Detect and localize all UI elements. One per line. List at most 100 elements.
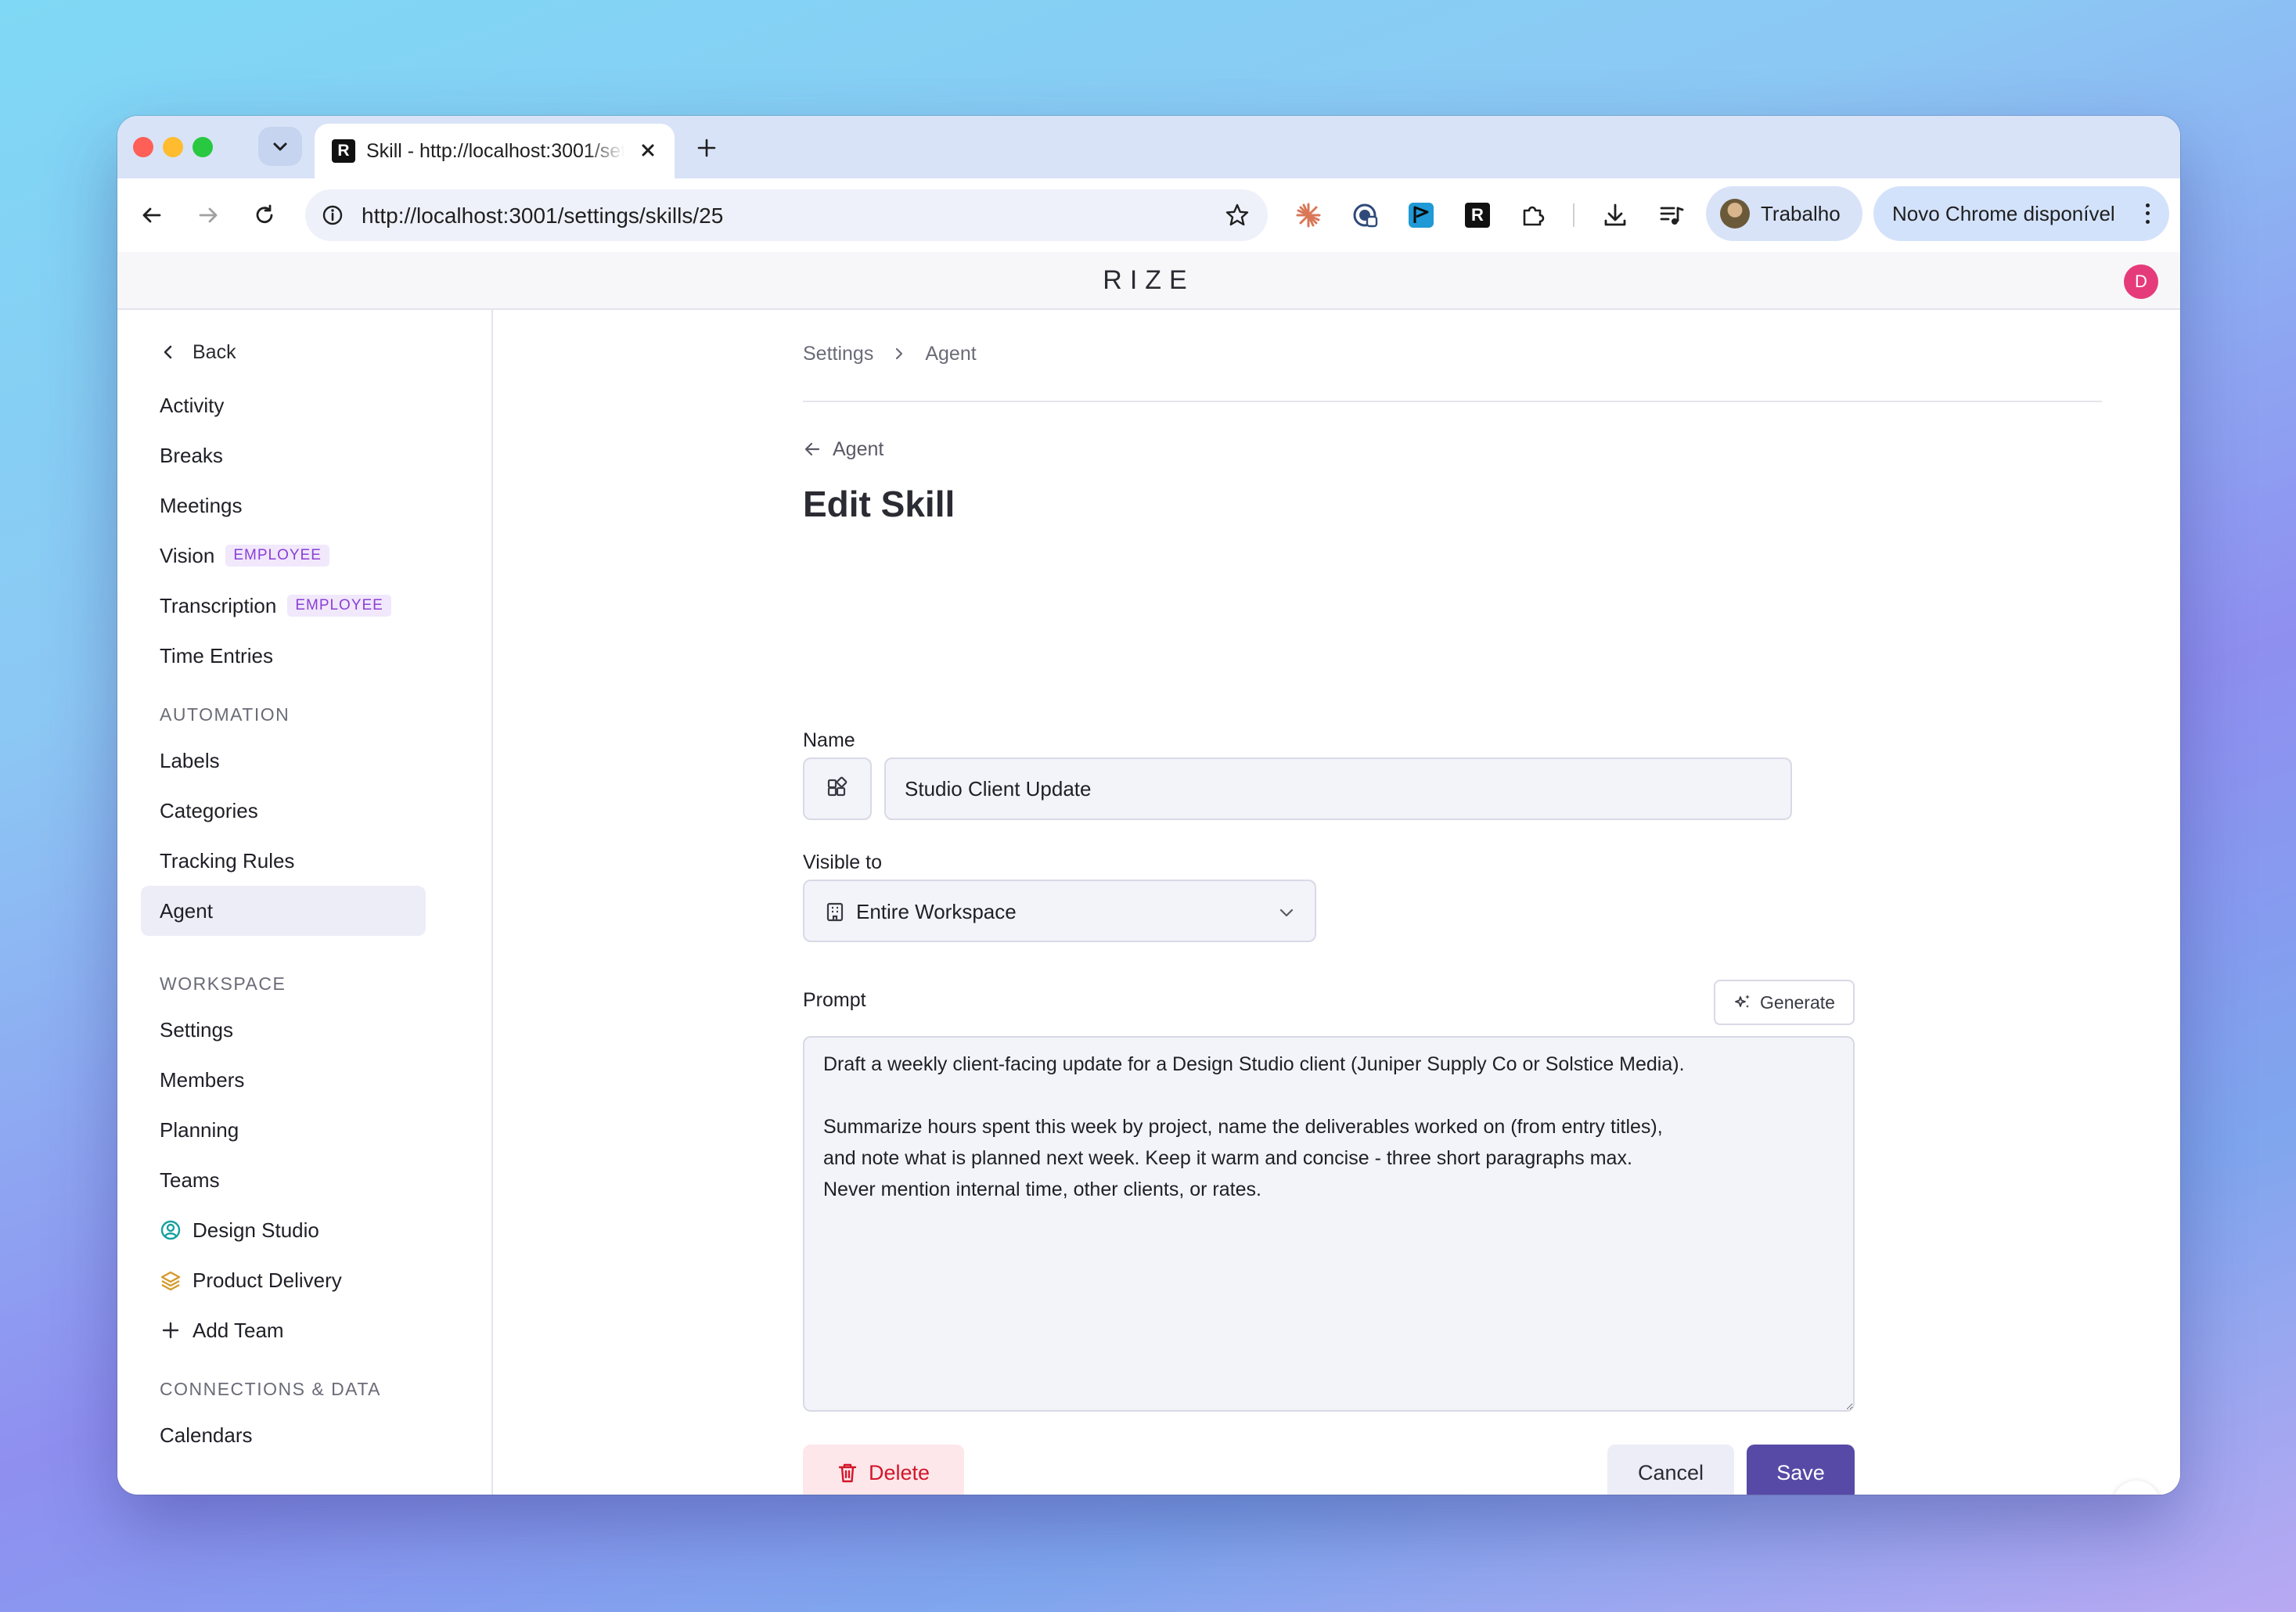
user-avatar[interactable]: D bbox=[2124, 264, 2158, 299]
sidebar-item-agent[interactable]: Agent bbox=[141, 886, 426, 936]
back-button[interactable] bbox=[133, 196, 171, 234]
sidebar-item-transcription[interactable]: Transcription EMPLOYEE bbox=[160, 590, 391, 621]
extensions-puzzle-icon[interactable] bbox=[1515, 196, 1553, 234]
visibility-value: Entire Workspace bbox=[856, 900, 1017, 923]
sidebar-item-label: Settings bbox=[160, 1017, 233, 1042]
plus-icon bbox=[162, 1322, 179, 1339]
tab-title: Skill - http://localhost:3001/settings/s… bbox=[366, 140, 624, 162]
section-heading-automation: AUTOMATION bbox=[160, 704, 290, 725]
chevron-right-icon bbox=[896, 347, 903, 360]
sidebar-item-members[interactable]: Members bbox=[160, 1064, 244, 1096]
sidebar-item-planning[interactable]: Planning bbox=[160, 1114, 239, 1146]
sidebar-item-categories[interactable]: Categories bbox=[160, 795, 258, 826]
flag-extension-icon[interactable] bbox=[1402, 196, 1440, 234]
app-header: RIZE D bbox=[117, 252, 2180, 310]
cancel-button[interactable]: Cancel bbox=[1607, 1445, 1734, 1495]
sidebar-item-design-studio[interactable]: Design Studio bbox=[160, 1214, 319, 1246]
bookmark-star-icon[interactable] bbox=[1219, 197, 1255, 233]
password-manager-extension-icon[interactable] bbox=[1346, 196, 1384, 234]
claude-extension-icon[interactable] bbox=[1290, 196, 1327, 234]
active-tab[interactable]: R Skill - http://localhost:3001/settings… bbox=[315, 124, 675, 178]
generate-button[interactable]: Generate bbox=[1714, 980, 1855, 1025]
page-title: Edit Skill bbox=[803, 484, 955, 524]
sidebar-item-teams[interactable]: Teams bbox=[160, 1164, 220, 1196]
more-vertical-icon bbox=[2139, 201, 2155, 226]
close-window-button[interactable] bbox=[133, 137, 153, 157]
chrome-update-button[interactable]: Novo Chrome disponível bbox=[1873, 186, 2169, 241]
update-label: Novo Chrome disponível bbox=[1892, 202, 2115, 225]
rize-extension-icon[interactable]: R bbox=[1459, 196, 1496, 234]
skill-icon-picker[interactable] bbox=[803, 757, 872, 820]
downloads-icon[interactable] bbox=[1596, 196, 1634, 234]
sidebar-item-label: Categories bbox=[160, 798, 258, 822]
new-tab-button[interactable] bbox=[689, 130, 725, 166]
url-text: http://localhost:3001/settings/skills/25 bbox=[362, 203, 724, 228]
sidebar-item-label: Vision bbox=[160, 543, 215, 567]
sidebar-item-activity[interactable]: Activity bbox=[160, 390, 224, 421]
sidebar-item-product-delivery[interactable]: Product Delivery bbox=[160, 1265, 342, 1296]
tab-close-button[interactable] bbox=[635, 138, 660, 163]
reload-button[interactable] bbox=[246, 196, 283, 234]
site-info-icon[interactable] bbox=[315, 197, 351, 233]
breadcrumb-settings[interactable]: Settings bbox=[803, 338, 873, 369]
sidebar-back-button[interactable]: Back bbox=[161, 336, 236, 368]
skill-name-input[interactable] bbox=[884, 757, 1792, 820]
employee-badge: EMPLOYEE bbox=[225, 545, 329, 567]
back-to-agent-link[interactable]: Agent bbox=[803, 434, 883, 465]
arrow-right-icon bbox=[199, 207, 218, 223]
close-icon bbox=[642, 144, 654, 157]
prompt-textarea[interactable]: Draft a weekly client-facing update for … bbox=[803, 1036, 1855, 1412]
sidebar-item-settings[interactable]: Settings bbox=[160, 1014, 233, 1045]
sidebar-item-meetings[interactable]: Meetings bbox=[160, 490, 243, 521]
generate-label: Generate bbox=[1760, 991, 1835, 1013]
sidebar-item-time-entries[interactable]: Time Entries bbox=[160, 640, 273, 671]
visibility-select[interactable]: Entire Workspace bbox=[803, 880, 1316, 942]
sidebar-item-label: Meetings bbox=[160, 493, 243, 517]
sidebar-item-label: Product Delivery bbox=[193, 1268, 342, 1292]
media-controls-icon[interactable] bbox=[1653, 196, 1690, 234]
sidebar-item-label: Calendars bbox=[160, 1423, 253, 1447]
sparkles-icon bbox=[1735, 995, 1751, 1008]
address-bar[interactable]: http://localhost:3001/settings/skills/25 bbox=[305, 189, 1268, 241]
add-team-button[interactable]: Add Team bbox=[160, 1315, 284, 1346]
arrow-left-icon bbox=[142, 207, 161, 223]
browser-toolbar: http://localhost:3001/settings/skills/25… bbox=[117, 178, 2180, 254]
maximize-window-button[interactable] bbox=[193, 137, 213, 157]
sidebar-item-calendars[interactable]: Calendars bbox=[160, 1419, 253, 1451]
employee-badge: EMPLOYEE bbox=[287, 595, 391, 617]
main-content: Settings Agent Agent Edit Skill Name Vis… bbox=[493, 310, 2180, 1495]
profile-button[interactable]: Trabalho bbox=[1706, 186, 1862, 241]
minimize-window-button[interactable] bbox=[163, 137, 183, 157]
sidebar-item-breaks[interactable]: Breaks bbox=[160, 440, 223, 471]
back-label: Back bbox=[193, 340, 236, 363]
browser-window: R Skill - http://localhost:3001/settings… bbox=[117, 116, 2180, 1495]
delete-label: Delete bbox=[868, 1460, 930, 1484]
sidebar-item-vision[interactable]: Vision EMPLOYEE bbox=[160, 540, 329, 571]
rize-favicon-icon: R bbox=[332, 139, 355, 163]
floating-glasses-button[interactable] bbox=[2113, 1481, 2160, 1495]
profile-name: Trabalho bbox=[1761, 202, 1841, 225]
user-circle-icon bbox=[160, 1220, 181, 1240]
prompt-label: Prompt bbox=[803, 989, 866, 1011]
delete-button[interactable]: Delete bbox=[803, 1445, 964, 1495]
sidebar-item-label: Agent bbox=[160, 898, 213, 923]
sidebar-item-label: Teams bbox=[160, 1168, 220, 1192]
sidebar-item-label: Tracking Rules bbox=[160, 848, 295, 873]
rize-letter: R bbox=[1465, 203, 1490, 228]
settings-sidebar: Back Activity Breaks Meetings Vision EMP… bbox=[117, 310, 493, 1495]
sidebar-item-tracking-rules[interactable]: Tracking Rules bbox=[160, 845, 294, 876]
breadcrumb-agent[interactable]: Agent bbox=[925, 338, 976, 369]
forward-button[interactable] bbox=[189, 196, 227, 234]
section-heading-connections: CONNECTIONS & DATA bbox=[160, 1379, 381, 1399]
sidebar-item-labels[interactable]: Labels bbox=[160, 745, 220, 776]
building-icon bbox=[823, 900, 847, 923]
sidebar-item-label: Labels bbox=[160, 748, 220, 772]
tab-search-button[interactable] bbox=[258, 127, 302, 166]
layers-icon bbox=[160, 1271, 181, 1291]
breadcrumb: Settings Agent bbox=[803, 338, 977, 369]
sidebar-item-label: Activity bbox=[160, 393, 225, 417]
breadcrumb-divider bbox=[803, 401, 2102, 402]
sidebar-item-label: Add Team bbox=[193, 1318, 284, 1342]
save-button[interactable]: Save bbox=[1747, 1445, 1855, 1495]
sidebar-item-label: Planning bbox=[160, 1117, 239, 1142]
